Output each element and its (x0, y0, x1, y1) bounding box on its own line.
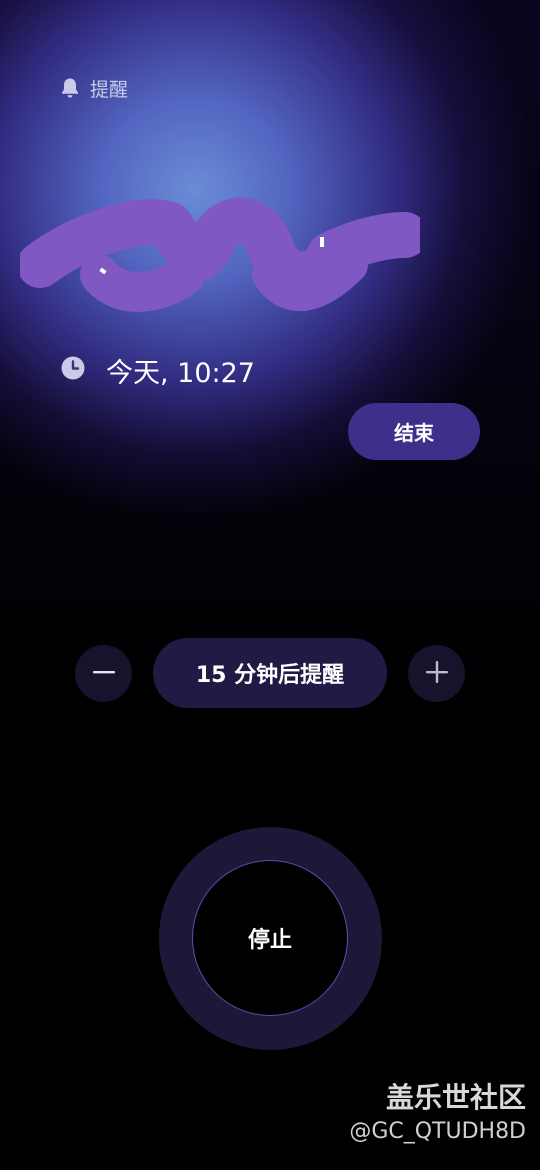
clock-icon (60, 355, 86, 385)
end-button[interactable]: 结束 (348, 403, 480, 460)
alarm-time-row: 今天, 10:27 (60, 350, 255, 390)
stop-button[interactable]: 停止 (192, 860, 348, 1016)
alarm-header: 提醒 (60, 74, 128, 102)
alarm-time: 今天, 10:27 (106, 357, 255, 389)
snooze-button[interactable]: 15 分钟后提醒 (153, 638, 387, 708)
plus-icon (425, 660, 449, 688)
increase-snooze-button[interactable] (408, 645, 465, 702)
header-label: 提醒 (90, 78, 129, 101)
alarm-title-redacted (20, 197, 420, 312)
bell-icon (60, 77, 80, 99)
watermark-handle: @GC_QTUDH8D (349, 1119, 526, 1144)
minus-icon (92, 660, 116, 688)
decrease-snooze-button[interactable] (75, 645, 132, 702)
watermark-title: 盖乐世社区 (385, 1081, 526, 1114)
